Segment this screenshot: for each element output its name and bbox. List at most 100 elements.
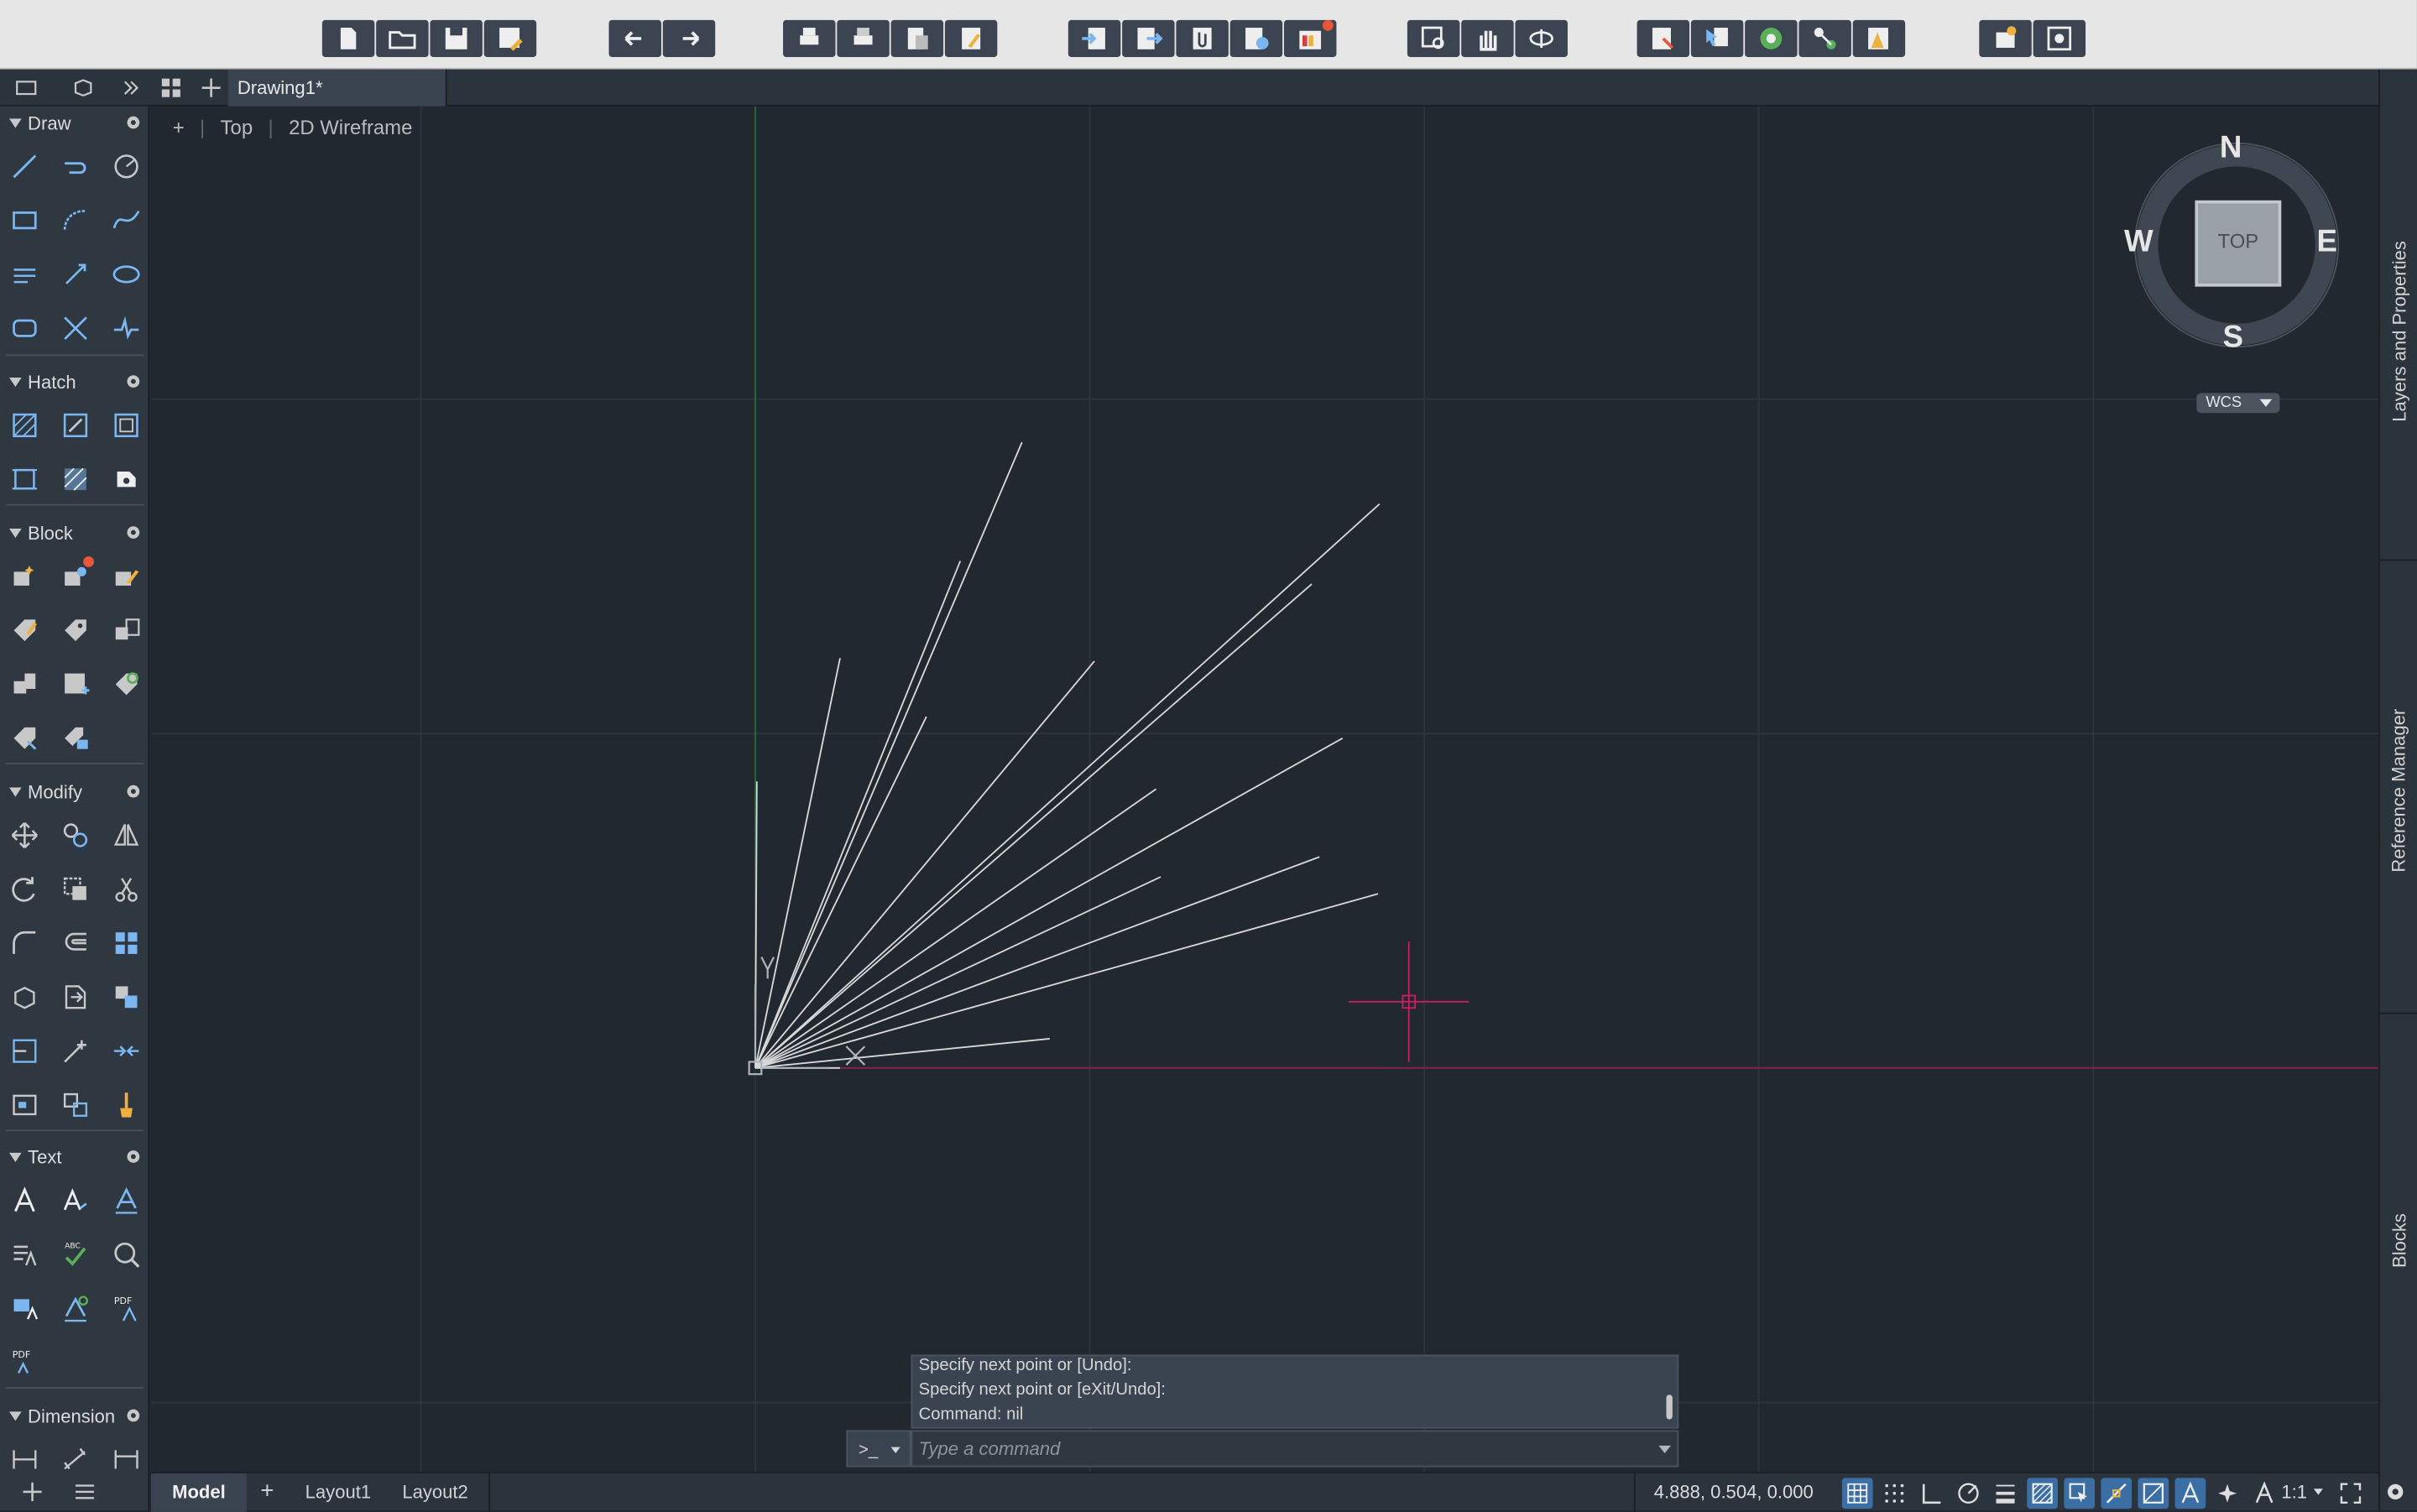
import-button[interactable] [1068,19,1121,57]
annotation-scale-value[interactable]: 1:1 [2281,1473,2307,1510]
chevron-down-icon[interactable] [1658,1445,1671,1454]
redo-button[interactable] [662,19,716,57]
new-tab-button[interactable] [194,72,227,103]
expand-palette-button[interactable] [114,72,148,103]
create-block-tool[interactable] [55,556,96,597]
line-3[interactable] [754,560,962,1069]
dimension-tool[interactable] [5,1439,45,1472]
plot-button[interactable] [783,19,836,57]
status-settings-button[interactable] [2380,1477,2411,1508]
explode-tool[interactable] [5,977,45,1017]
undo-button[interactable] [608,19,661,57]
history-scrollbar[interactable] [1666,1395,1673,1420]
scale-tool[interactable] [55,869,96,910]
layers-and-properties-tab[interactable]: Layers and Properties [2380,100,2417,562]
ucs-selector[interactable]: WCS [2196,393,2280,414]
grid-toggle[interactable] [1841,1478,1873,1509]
boundary-tool[interactable] [107,405,147,446]
fillet-tool[interactable] [5,923,45,963]
edit-attributes-tool[interactable] [55,610,96,650]
selection-cycling-toggle[interactable] [2064,1478,2096,1509]
lineweight-toggle[interactable] [1990,1478,2021,1509]
linear-dimension-tool[interactable] [107,1439,147,1472]
transparency-toggle[interactable] [2027,1478,2058,1509]
sync-attributes-tool[interactable] [107,665,147,705]
pan-button[interactable] [1461,19,1514,57]
compass-south[interactable]: S [2223,321,2244,356]
wipeout-tool[interactable] [55,459,96,499]
drawn-lines[interactable] [754,441,1381,1069]
fullscreen-button[interactable] [2336,1478,2367,1509]
circle-tool[interactable] [107,146,147,186]
measure-button[interactable] [1852,19,1906,57]
open-file-button[interactable] [376,19,429,57]
revision-cloud-tool[interactable] [107,459,147,499]
array-tool[interactable] [107,923,147,963]
edit-block-tool[interactable] [107,556,147,597]
save-as-button[interactable] [483,19,537,57]
hatch-tool[interactable] [5,405,45,446]
revcloud-tool[interactable] [5,308,45,348]
block-editor-tool[interactable] [55,665,96,705]
text-style-tool[interactable] [55,1181,96,1221]
render-button[interactable] [1979,19,2032,57]
block-palette-tool[interactable] [55,718,96,759]
palette-toggle-button[interactable] [9,72,43,103]
dynamic-ucs-toggle[interactable] [2174,1478,2206,1509]
ortho-toggle[interactable] [1916,1478,1947,1509]
edit-polyline-tool[interactable] [5,1085,45,1125]
app-store-button[interactable] [1283,19,1337,57]
tab-layout1[interactable]: Layout1 [305,1473,371,1512]
gradient-tool[interactable] [55,405,96,446]
attribute-extract-tool[interactable] [5,718,45,759]
trim-tool[interactable] [107,869,147,910]
3d-palette-button[interactable] [66,72,100,103]
drawing-tab[interactable]: Drawing1* [227,69,447,107]
gear-icon[interactable] [123,523,144,543]
hatch-section-header[interactable]: Hatch [0,365,148,399]
find-text-tool[interactable] [107,1234,147,1275]
new-file-button[interactable] [321,19,375,57]
add-icon[interactable] [20,1479,44,1504]
line-12[interactable] [754,856,1320,1069]
line-13[interactable] [754,893,1379,1069]
line-11[interactable] [754,876,1162,1069]
gear-icon[interactable] [123,112,144,133]
polyline-tool[interactable] [55,146,96,186]
join-tool[interactable] [107,1031,147,1071]
tab-model[interactable]: Model [150,1473,247,1512]
add-layout-button[interactable]: + [260,1473,282,1512]
rotate-tool[interactable] [5,869,45,910]
3d-osnap-toggle[interactable] [2138,1478,2169,1509]
quick-select-button[interactable] [1690,19,1744,57]
pdf-combine-text-tool[interactable]: PDF [5,1343,45,1383]
arc-tool[interactable] [55,201,96,241]
line-2[interactable] [754,658,841,1069]
drawing-grid-button[interactable] [154,72,188,103]
line-8[interactable] [754,583,1313,1069]
ellipse-tool[interactable] [107,254,147,295]
text-align-tool[interactable] [5,1288,45,1328]
ray-tool[interactable] [55,254,96,295]
compass-east[interactable]: E [2317,225,2338,260]
publish-button[interactable] [944,19,998,57]
move-tool[interactable] [5,816,45,856]
export-button[interactable] [1122,19,1175,57]
write-block-tool[interactable] [5,665,45,705]
offset-tool[interactable] [55,923,96,963]
erase-tool[interactable] [107,1085,147,1125]
hatch-lines-tool[interactable] [5,254,45,295]
line-7[interactable] [754,503,1381,1069]
draw-section-header[interactable]: Draw [0,107,148,140]
gear-icon[interactable] [123,781,144,801]
spline-tool[interactable] [107,201,147,241]
tab-layout2[interactable]: Layout2 [402,1473,467,1512]
gear-icon[interactable] [123,372,144,392]
page-setup-button[interactable] [890,19,944,57]
edit-text-tool[interactable] [5,1234,45,1275]
line-10[interactable] [754,737,1344,1069]
block-section-header[interactable]: Block [0,516,148,550]
reference-manager-tab[interactable]: Reference Manager [2380,562,2417,1017]
layer-button[interactable] [1745,19,1798,57]
pdf-import-text-tool[interactable]: PDF [107,1288,147,1328]
